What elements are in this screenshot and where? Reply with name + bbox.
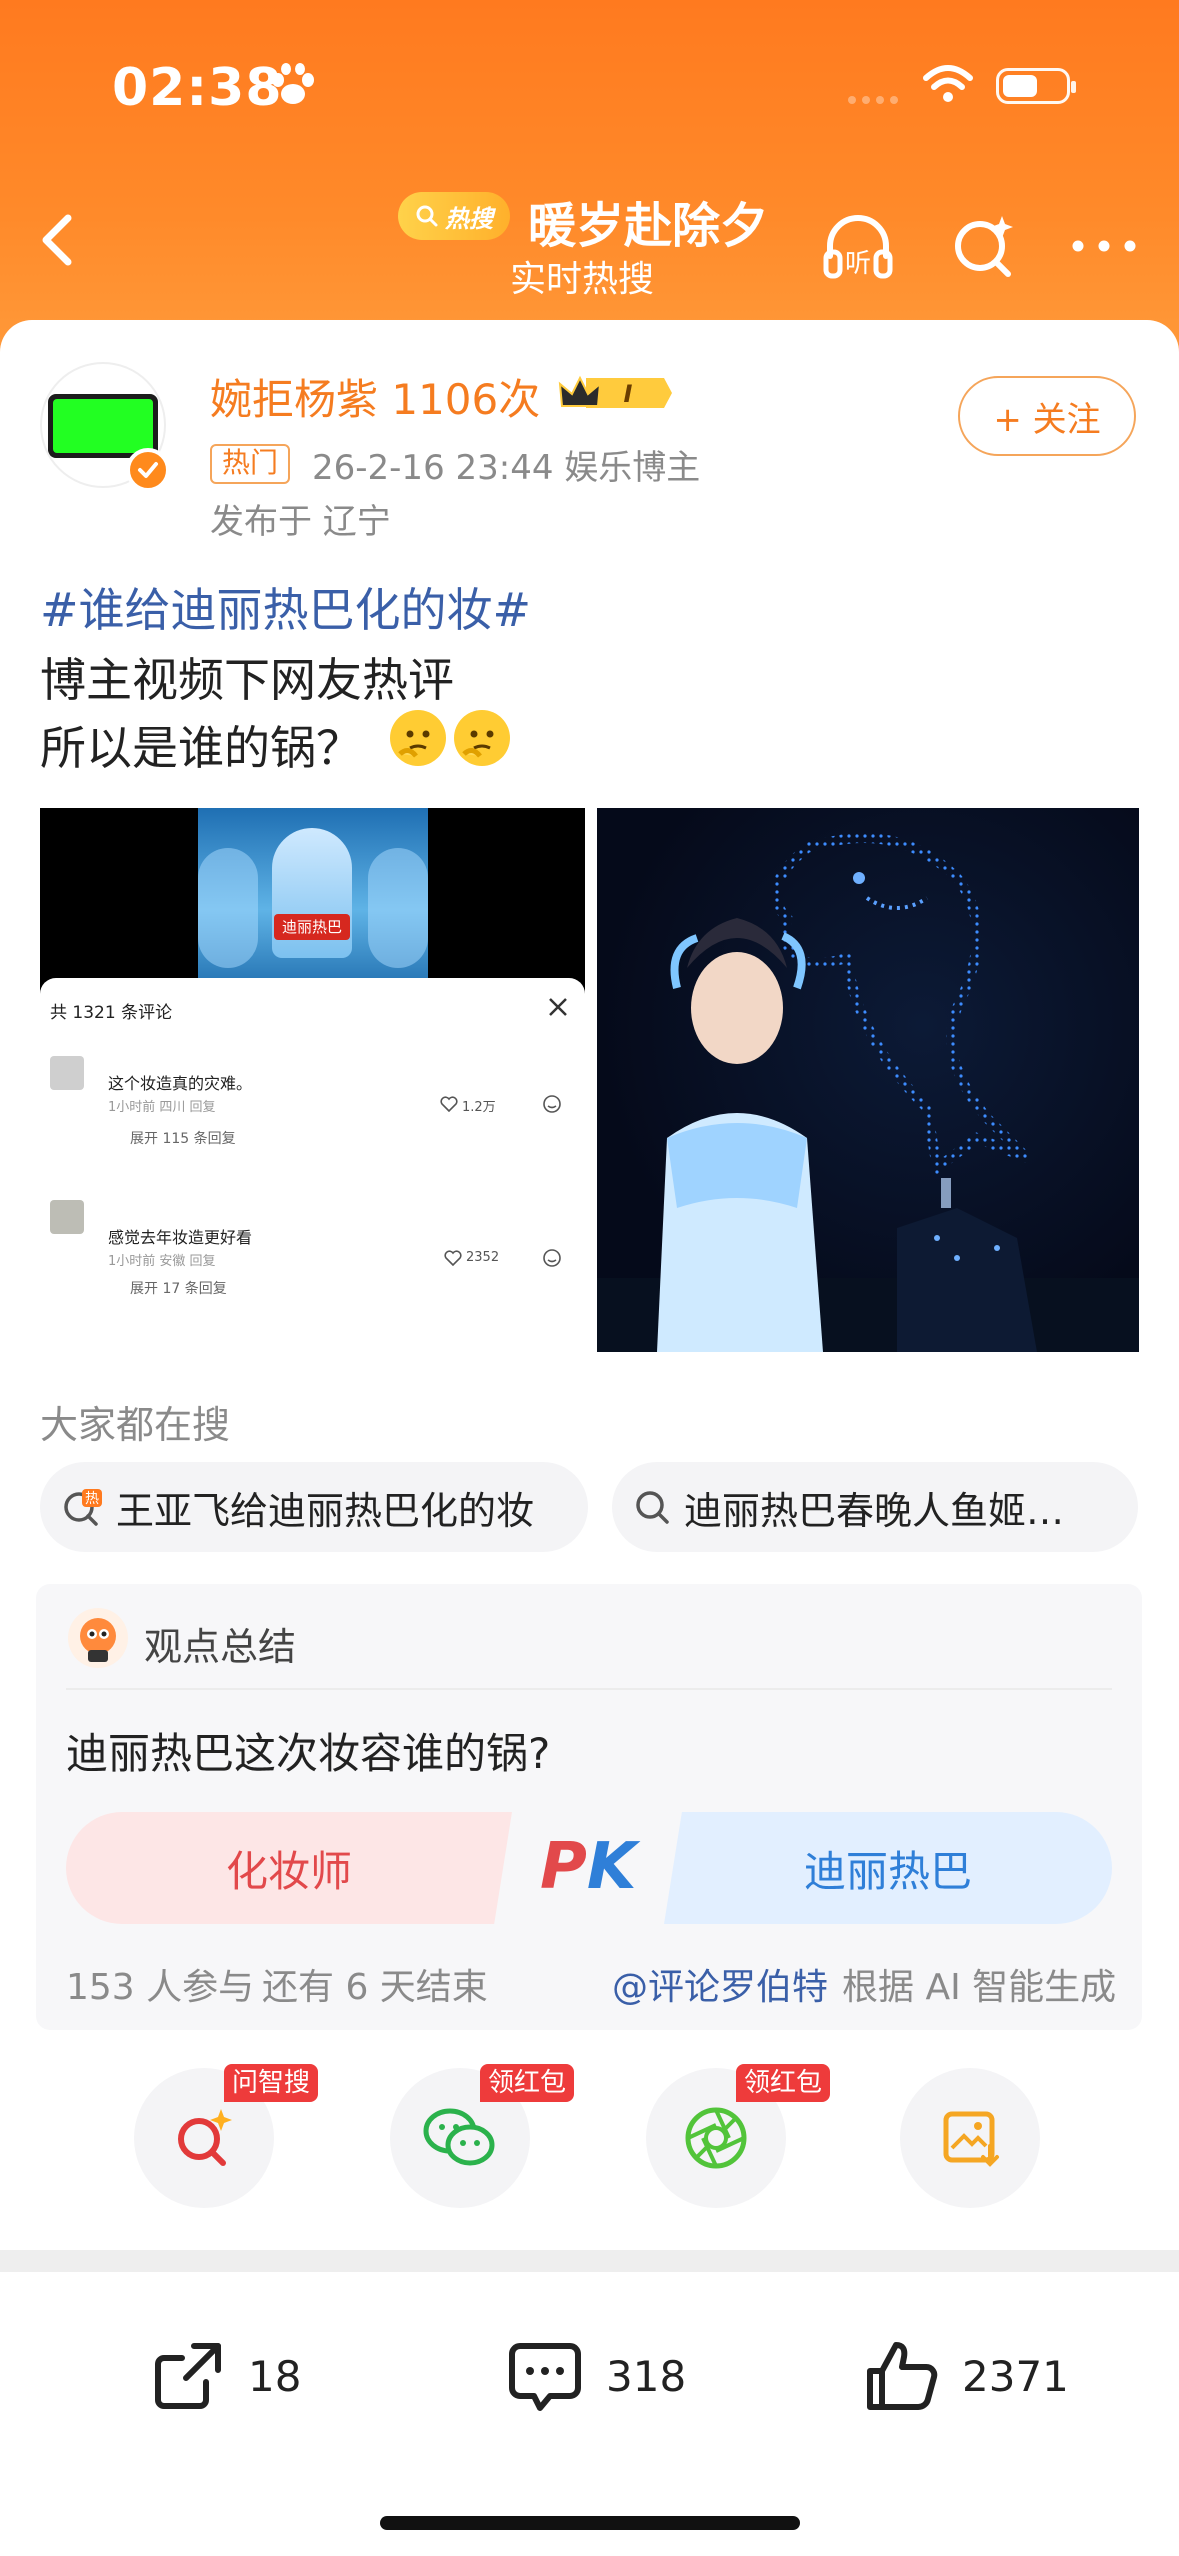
post-text-line2: 所以是谁的锅？ [40,721,362,775]
pk-label: PK [540,1830,637,1904]
moments-badge: 领红包 [736,2064,831,2102]
moments-icon [685,2107,747,2169]
summary-credit-link[interactable]: @评论罗伯特 [612,1958,828,2010]
comment-icon [509,2343,581,2411]
signal-icon [848,96,898,104]
searches-title: 大家都在搜 [40,1403,231,1447]
search-chip-label: 王亚飞给迪丽热巴化的妆 [116,1488,535,1533]
save-image-button[interactable] [900,2068,1040,2208]
topic-subtitle: 实时热搜 [510,259,655,300]
more-button[interactable] [1064,206,1144,286]
comment-likes: 1.2万 [462,1100,496,1115]
robot-mascot-icon [68,1608,128,1668]
comment-button[interactable]: 318 [506,2330,686,2422]
stage-photo: 迪丽热巴 [198,808,428,978]
comment-likes: 2352 [466,1250,500,1265]
follow-button[interactable]: + 关注 [958,376,1136,456]
search-chip-label: 迪丽热巴春晚人鱼姬… [684,1488,1065,1533]
wifi-icon [923,65,973,102]
search-icon [416,205,438,227]
stage-caption: 迪丽热巴 [274,914,351,940]
emoji-icon [543,1095,561,1113]
comment-meta: 1小时前 安徽 回复 [108,1254,216,1269]
ai-search-icon [178,2109,232,2166]
share-icon [155,2343,221,2409]
hot-search-badge: 热搜 [398,192,510,240]
home-indicator [380,2516,800,2530]
listen-label: 听 [845,249,871,279]
header [0,0,1179,360]
comment-replies: 展开 17 条回复 [130,1281,227,1297]
post-text-line1: 博主视频下网友热评 [40,653,454,707]
hot-search-icon: 热 [64,1489,102,1526]
comments-header: 共 1321 条评论 [50,1003,173,1023]
ai-search-button[interactable] [944,206,1024,286]
thumbs-up-icon [867,2342,938,2410]
wechat-icon [423,2108,495,2166]
headphones-icon: 听 [823,215,893,279]
search-chip[interactable]: 热 王亚飞给迪丽热巴化的妆 [40,1462,588,1552]
listen-button[interactable]: 听 [818,206,898,286]
hot-tag: 热门 [210,444,291,484]
post-image-1[interactable]: 迪丽热巴 共 1321 条评论 这个妆造真的灾难。 1小时前 四川 回复 展开 … [40,808,585,1352]
wechat-badge: 领红包 [480,2064,575,2102]
more-icon [1072,240,1136,252]
drone-show-illustration [597,833,1139,1352]
summary-title: 观点总结 [144,1625,297,1669]
post-location: 发布于 辽宁 [210,502,391,542]
vote-option-left[interactable]: 化妆师 [66,1812,512,1924]
search-chip[interactable]: 迪丽热巴春晚人鱼姬… [612,1462,1138,1552]
back-icon[interactable] [28,200,88,280]
comment-meta: 1小时前 四川 回复 [108,1100,216,1115]
paw-icon [272,63,314,104]
divider [66,1688,1112,1690]
comment-replies: 展开 115 条回复 [130,1131,236,1147]
sparkle-search-icon [955,216,1013,277]
ask-search-badge: 问智搜 [224,2064,319,2102]
verified-icon [126,448,170,492]
share-button[interactable]: 18 [150,2330,301,2422]
comment-text: 感觉去年妆造更好看 [108,1228,253,1247]
commenter-avatar [50,1056,84,1090]
vote-option-right[interactable]: 迪丽热巴 [664,1812,1112,1924]
vip-level: I [624,380,633,408]
hashtag-link[interactable]: #谁给迪丽热巴化的妆# [40,574,531,640]
thinking-emoji-icon [454,710,510,766]
like-count: 2371 [962,2351,1069,2401]
post-image-2[interactable] [597,808,1139,1352]
post-meta: 26-2-16 23:44 娱乐博主 [312,448,701,488]
like-button[interactable]: 2371 [862,2330,1069,2422]
comment-count: 318 [606,2351,687,2401]
emoji-icon [543,1249,561,1267]
svg-text:热: 热 [85,1491,99,1507]
username[interactable]: 婉拒杨紫 1106次 [210,366,540,427]
save-image-icon [943,2111,999,2167]
comment-text: 这个妆造真的灾难。 [108,1074,253,1093]
section-divider [0,2250,1179,2272]
heart-icon [444,1250,462,1266]
commenter-avatar [50,1200,84,1234]
battery-icon [996,68,1076,104]
participants: 153 人参与 [66,1967,255,2008]
summary-credit-note: 根据 AI 智能生成 [842,1967,1117,2008]
topic-title: 暖岁赴除夕 [528,198,769,254]
summary-question: 迪丽热巴这次妆容谁的锅? [66,1729,551,1778]
thinking-emoji-icon [390,710,446,766]
comment-sheet: 共 1321 条评论 这个妆造真的灾难。 1小时前 四川 回复 展开 115 条… [40,978,585,1352]
close-icon [549,998,567,1016]
hot-badge-label: 热搜 [445,204,493,233]
remaining-time: 还有 6 天结束 [262,1967,488,2008]
vip-crown-icon: I [558,375,672,408]
share-count: 18 [248,2351,302,2401]
heart-icon [440,1096,458,1112]
pk-letter-k: K [586,1830,637,1904]
pk-letter-p: P [540,1830,587,1904]
status-time: 02:38 [112,58,283,118]
search-icon [636,1491,669,1524]
